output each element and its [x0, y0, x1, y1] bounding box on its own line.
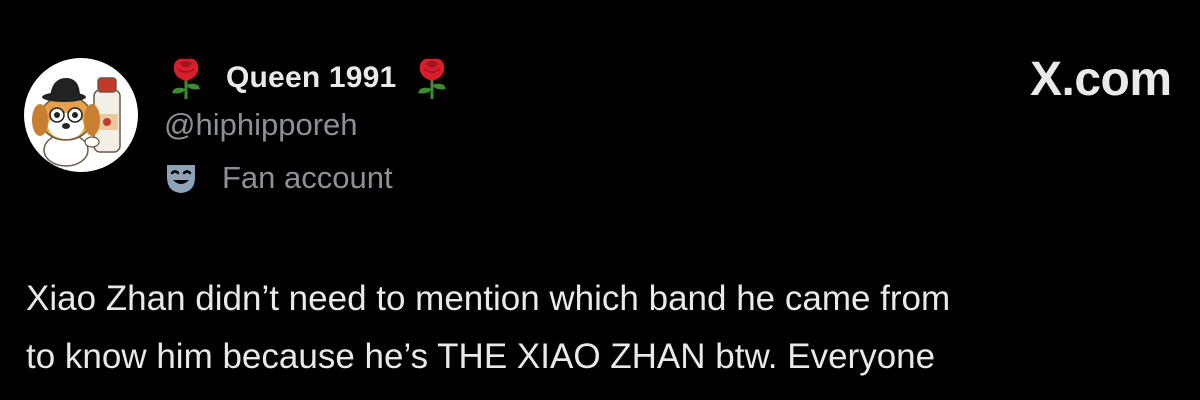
- display-name[interactable]: Queen 1991: [226, 61, 396, 95]
- avatar-image: [32, 77, 121, 167]
- avatar[interactable]: [24, 58, 138, 172]
- rose-emoji-icon: [166, 55, 206, 101]
- account-label: Fan account: [164, 156, 393, 200]
- account-label-text: Fan account: [222, 160, 393, 195]
- tweet-line: to know him because he’s THE XIAO ZHAN b…: [26, 337, 936, 376]
- rose-emoji-icon: [412, 55, 452, 101]
- theater-mask-icon: [164, 161, 198, 195]
- user-handle[interactable]: @hiphipporeh: [164, 107, 358, 143]
- profile-name-row[interactable]: Queen 1991: [166, 52, 452, 104]
- tweet-text: Xiao Zhan didn’t need to mention which b…: [26, 270, 1200, 386]
- x-com-logo: X.com: [1030, 53, 1172, 106]
- tweet-line: Xiao Zhan didn’t need to mention which b…: [26, 279, 951, 318]
